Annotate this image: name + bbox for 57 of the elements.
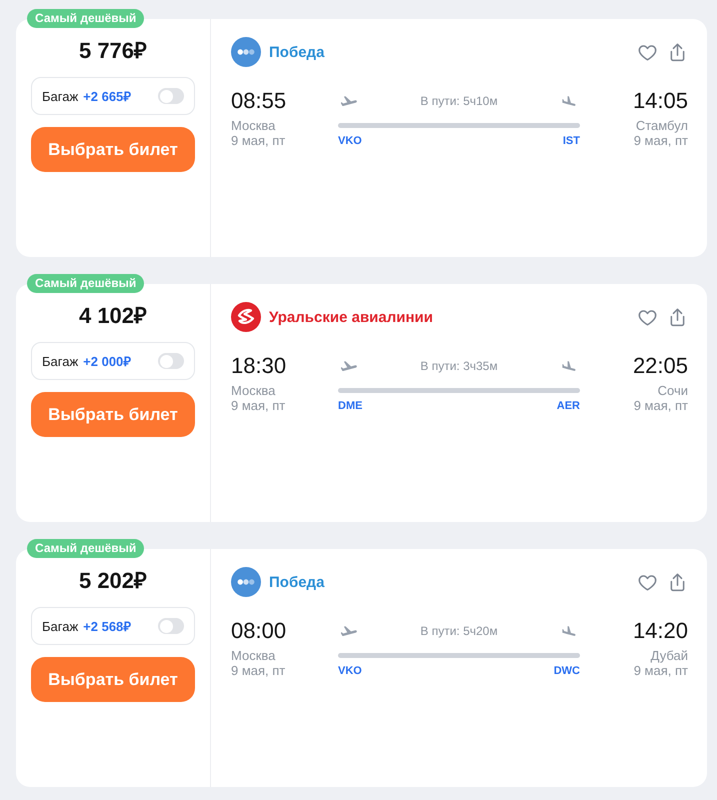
departure-airport-code: DME <box>338 400 362 412</box>
arrival-airport-code: DWC <box>554 664 580 676</box>
cheapest-badge: Самый дешёвый <box>27 539 144 558</box>
arrival-airport-code: IST <box>562 134 580 146</box>
price-text: 5 776₽ <box>78 37 148 65</box>
takeoff-plane-icon <box>341 361 357 371</box>
arrival-airport-code: AER <box>556 400 580 412</box>
arrival-time: 14:05 <box>632 89 688 113</box>
baggage-toggle[interactable] <box>158 353 184 369</box>
airline-name: Уральские авиалинии <box>269 308 433 326</box>
flight-duration: В пути: 5ч10м <box>420 94 498 108</box>
price-text: 4 102₽ <box>78 302 148 330</box>
airline-logo-icon <box>231 567 261 597</box>
baggage-toggle[interactable] <box>158 88 184 104</box>
arrival-city: Дубай <box>650 648 688 663</box>
departure-time: 08:00 <box>231 619 286 643</box>
landing-plane-icon <box>560 626 577 636</box>
baggage-price: +2 665₽ <box>83 88 132 105</box>
departure-date: 9 мая, пт <box>231 398 286 413</box>
airline-logo-icon <box>231 302 261 332</box>
landing-plane-icon <box>560 96 577 106</box>
departure-airport-code: VKO <box>338 134 362 146</box>
departure-airport-code: VKO <box>338 664 362 676</box>
cheapest-badge: Самый дешёвый <box>27 274 144 293</box>
airline-logo-icon <box>231 37 261 67</box>
baggage-toggle[interactable] <box>158 618 184 634</box>
select-ticket-button[interactable]: Выбрать билет <box>31 657 195 702</box>
arrival-date: 9 мая, пт <box>634 663 688 678</box>
takeoff-plane-icon <box>341 626 357 636</box>
flight-duration: В пути: 5ч20м <box>420 624 498 638</box>
departure-time: 08:55 <box>231 89 286 113</box>
arrival-time: 22:05 <box>632 354 688 378</box>
baggage-price: +2 568₽ <box>83 618 132 635</box>
baggage-label: Багаж <box>42 618 78 634</box>
price-text: 5 202₽ <box>78 567 148 595</box>
arrival-date: 9 мая, пт <box>634 398 688 413</box>
arrival-time: 14:20 <box>632 619 688 643</box>
landing-plane-icon <box>560 361 577 371</box>
arrival-city: Сочи <box>658 383 688 398</box>
airline-name: Победа <box>269 574 324 590</box>
arrival-date: 9 мая, пт <box>634 133 688 148</box>
departure-date: 9 мая, пт <box>231 663 286 678</box>
flight-duration: В пути: 3ч35м <box>420 359 498 373</box>
select-ticket-button[interactable]: Выбрать билет <box>31 392 195 437</box>
departure-city: Москва <box>231 383 276 398</box>
arrival-city: Стамбул <box>636 118 688 133</box>
select-ticket-button[interactable]: Выбрать билет <box>31 127 195 172</box>
airline-name: Победа <box>269 44 324 60</box>
cheapest-badge: Самый дешёвый <box>27 9 144 28</box>
departure-time: 18:30 <box>231 354 286 378</box>
departure-date: 9 мая, пт <box>231 133 286 148</box>
baggage-label: Багаж <box>42 354 78 368</box>
departure-city: Москва <box>231 648 276 663</box>
takeoff-plane-icon <box>341 96 357 106</box>
baggage-label: Багаж <box>42 88 78 104</box>
departure-city: Москва <box>231 118 276 133</box>
baggage-price: +2 000₽ <box>83 353 132 370</box>
